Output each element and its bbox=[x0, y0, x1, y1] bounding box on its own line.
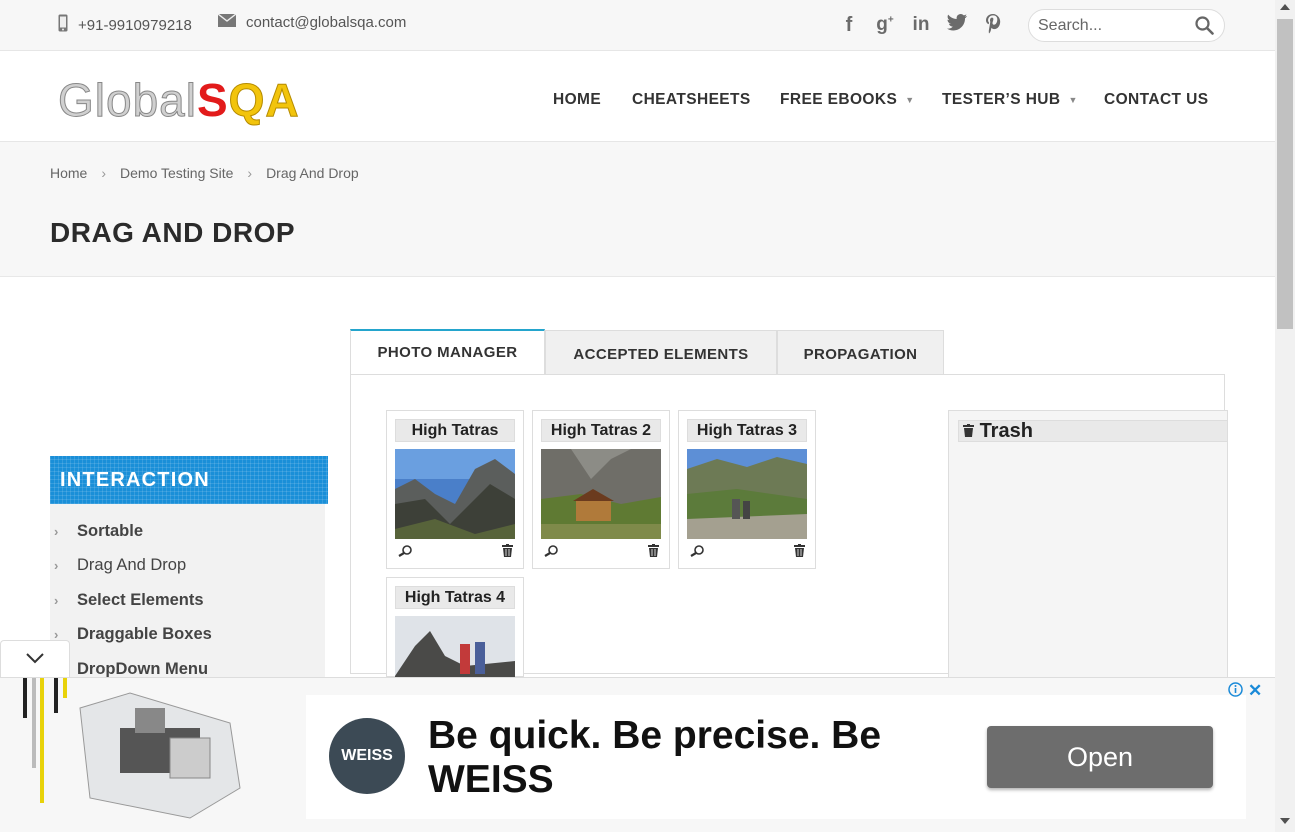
twitter-icon[interactable] bbox=[946, 14, 968, 40]
linkedin-icon[interactable]: in bbox=[910, 14, 932, 40]
nav-testers-hub-label: TESTER’S HUB bbox=[942, 91, 1061, 108]
trash-icon[interactable] bbox=[648, 544, 659, 562]
logo-qa-text: QA bbox=[228, 74, 300, 127]
page-title: DRAG AND DROP bbox=[50, 217, 296, 248]
pinterest-icon[interactable] bbox=[982, 14, 1004, 40]
social-links: f g+ in bbox=[838, 14, 1004, 40]
sidebar-item-sortable[interactable]: › Sortable bbox=[50, 514, 325, 549]
chevron-right-icon: › bbox=[247, 165, 253, 181]
mail-icon bbox=[217, 13, 237, 31]
gallery-item[interactable]: High Tatras 4 bbox=[386, 577, 524, 706]
trash-header: Trash bbox=[958, 420, 1228, 442]
nav-contact-us[interactable]: CONTACT US bbox=[1104, 91, 1208, 109]
trash-icon[interactable] bbox=[502, 544, 513, 562]
top-bar: +91-9910979218 contact@globalsqa.com f g… bbox=[0, 0, 1275, 51]
ad-machine-image bbox=[23, 678, 241, 819]
search-input[interactable] bbox=[1038, 17, 1188, 35]
gallery-item[interactable]: High Tatras 3 bbox=[678, 410, 816, 569]
sidebar-item-label: Drag And Drop bbox=[77, 556, 187, 575]
photo-title: High Tatras 4 bbox=[395, 586, 515, 609]
phone-contact: +91-9910979218 bbox=[58, 14, 192, 36]
nav-home[interactable]: HOME bbox=[553, 91, 601, 109]
page-title-bar: Home › Demo Testing Site › Drag And Drop… bbox=[0, 142, 1275, 277]
search-icon[interactable] bbox=[1195, 16, 1214, 40]
photo-image bbox=[541, 449, 661, 539]
ad-info-icon[interactable] bbox=[1228, 682, 1243, 702]
breadcrumb-demo-testing-site[interactable]: Demo Testing Site bbox=[120, 165, 233, 181]
chevron-right-icon: › bbox=[101, 165, 107, 181]
logo-s-text: S bbox=[196, 74, 229, 126]
nav-free-ebooks-label: FREE EBOOKS bbox=[780, 91, 898, 108]
chevron-right-icon: › bbox=[54, 592, 59, 608]
chevron-down-icon bbox=[25, 651, 45, 669]
trash-icon[interactable] bbox=[794, 544, 805, 562]
zoom-icon[interactable] bbox=[398, 544, 412, 562]
zoom-icon[interactable] bbox=[690, 544, 704, 562]
gallery-item[interactable]: High Tatras 2 bbox=[532, 410, 670, 569]
logo-global-text: Global bbox=[58, 74, 197, 127]
chevron-right-icon: › bbox=[54, 523, 59, 539]
photo-title: High Tatras 3 bbox=[687, 419, 807, 442]
photo-title: High Tatras bbox=[395, 419, 515, 442]
sidebar-item-label: Sortable bbox=[77, 521, 144, 540]
photo-title: High Tatras 2 bbox=[541, 419, 661, 442]
sidebar-item-select-elements[interactable]: › Select Elements bbox=[50, 583, 325, 618]
breadcrumb-current: Drag And Drop bbox=[266, 165, 359, 181]
site-header: GlobalSQA HOME CHEATSHEETS FREE EBOOKS ▼ … bbox=[0, 51, 1275, 142]
ad-close-icon[interactable]: ✕ bbox=[1248, 681, 1262, 701]
sidebar-item-label: Draggable Boxes bbox=[77, 625, 212, 644]
sidebar-item-drag-and-drop[interactable]: › Drag And Drop bbox=[50, 549, 325, 584]
facebook-icon[interactable]: f bbox=[838, 14, 860, 40]
tab-propagation[interactable]: PROPAGATION bbox=[777, 330, 944, 376]
tab-accepted-elements[interactable]: ACCEPTED ELEMENTS bbox=[545, 330, 777, 376]
photo-image bbox=[395, 449, 515, 539]
gallery-item[interactable]: High Tatras bbox=[386, 410, 524, 569]
page-scrollbar[interactable] bbox=[1275, 0, 1295, 832]
trash-icon bbox=[963, 420, 974, 442]
trash-dropzone[interactable]: Trash bbox=[948, 410, 1228, 680]
nav-cheatsheets[interactable]: CHEATSHEETS bbox=[632, 91, 751, 109]
weiss-logo: WEISS bbox=[329, 718, 405, 794]
caret-down-icon: ▼ bbox=[905, 94, 915, 105]
sidebar-item-draggable-boxes[interactable]: › Draggable Boxes bbox=[50, 618, 325, 653]
breadcrumb-home[interactable]: Home bbox=[50, 165, 87, 181]
sidebar-heading: INTERACTION bbox=[50, 456, 328, 504]
globalsqa-logo[interactable]: GlobalSQA bbox=[58, 73, 300, 127]
photo-image bbox=[687, 449, 807, 539]
zoom-icon[interactable] bbox=[544, 544, 558, 562]
ad-headline[interactable]: Be quick. Be precise. Be WEISS bbox=[428, 714, 928, 802]
ad-collapse-button[interactable] bbox=[0, 640, 70, 677]
tab-photo-manager[interactable]: PHOTO MANAGER bbox=[350, 329, 545, 375]
scrollbar-thumb[interactable] bbox=[1277, 19, 1293, 329]
ad-banner: WEISS Be quick. Be precise. Be WEISS Ope… bbox=[0, 677, 1275, 832]
phone-icon bbox=[58, 14, 68, 36]
trash-title: Trash bbox=[979, 420, 1033, 442]
scroll-up-arrow-icon[interactable] bbox=[1280, 4, 1290, 10]
caret-down-icon: ▼ bbox=[1068, 94, 1078, 105]
chevron-right-icon: › bbox=[54, 558, 59, 574]
phone-number: +91-9910979218 bbox=[78, 16, 192, 34]
sidebar-item-label: Select Elements bbox=[77, 590, 204, 609]
nav-testers-hub[interactable]: TESTER’S HUB ▼ bbox=[942, 91, 1078, 109]
google-plus-icon[interactable]: g+ bbox=[874, 14, 896, 40]
scroll-down-arrow-icon[interactable] bbox=[1280, 818, 1290, 824]
nav-free-ebooks[interactable]: FREE EBOOKS ▼ bbox=[780, 91, 915, 109]
search-box bbox=[1028, 9, 1225, 42]
sidebar-item-label: DropDown Menu bbox=[77, 659, 209, 678]
ad-open-button[interactable]: Open bbox=[987, 726, 1213, 788]
breadcrumb: Home › Demo Testing Site › Drag And Drop bbox=[50, 165, 359, 181]
email-contact: contact@globalsqa.com bbox=[217, 13, 406, 31]
email-address[interactable]: contact@globalsqa.com bbox=[246, 14, 406, 31]
